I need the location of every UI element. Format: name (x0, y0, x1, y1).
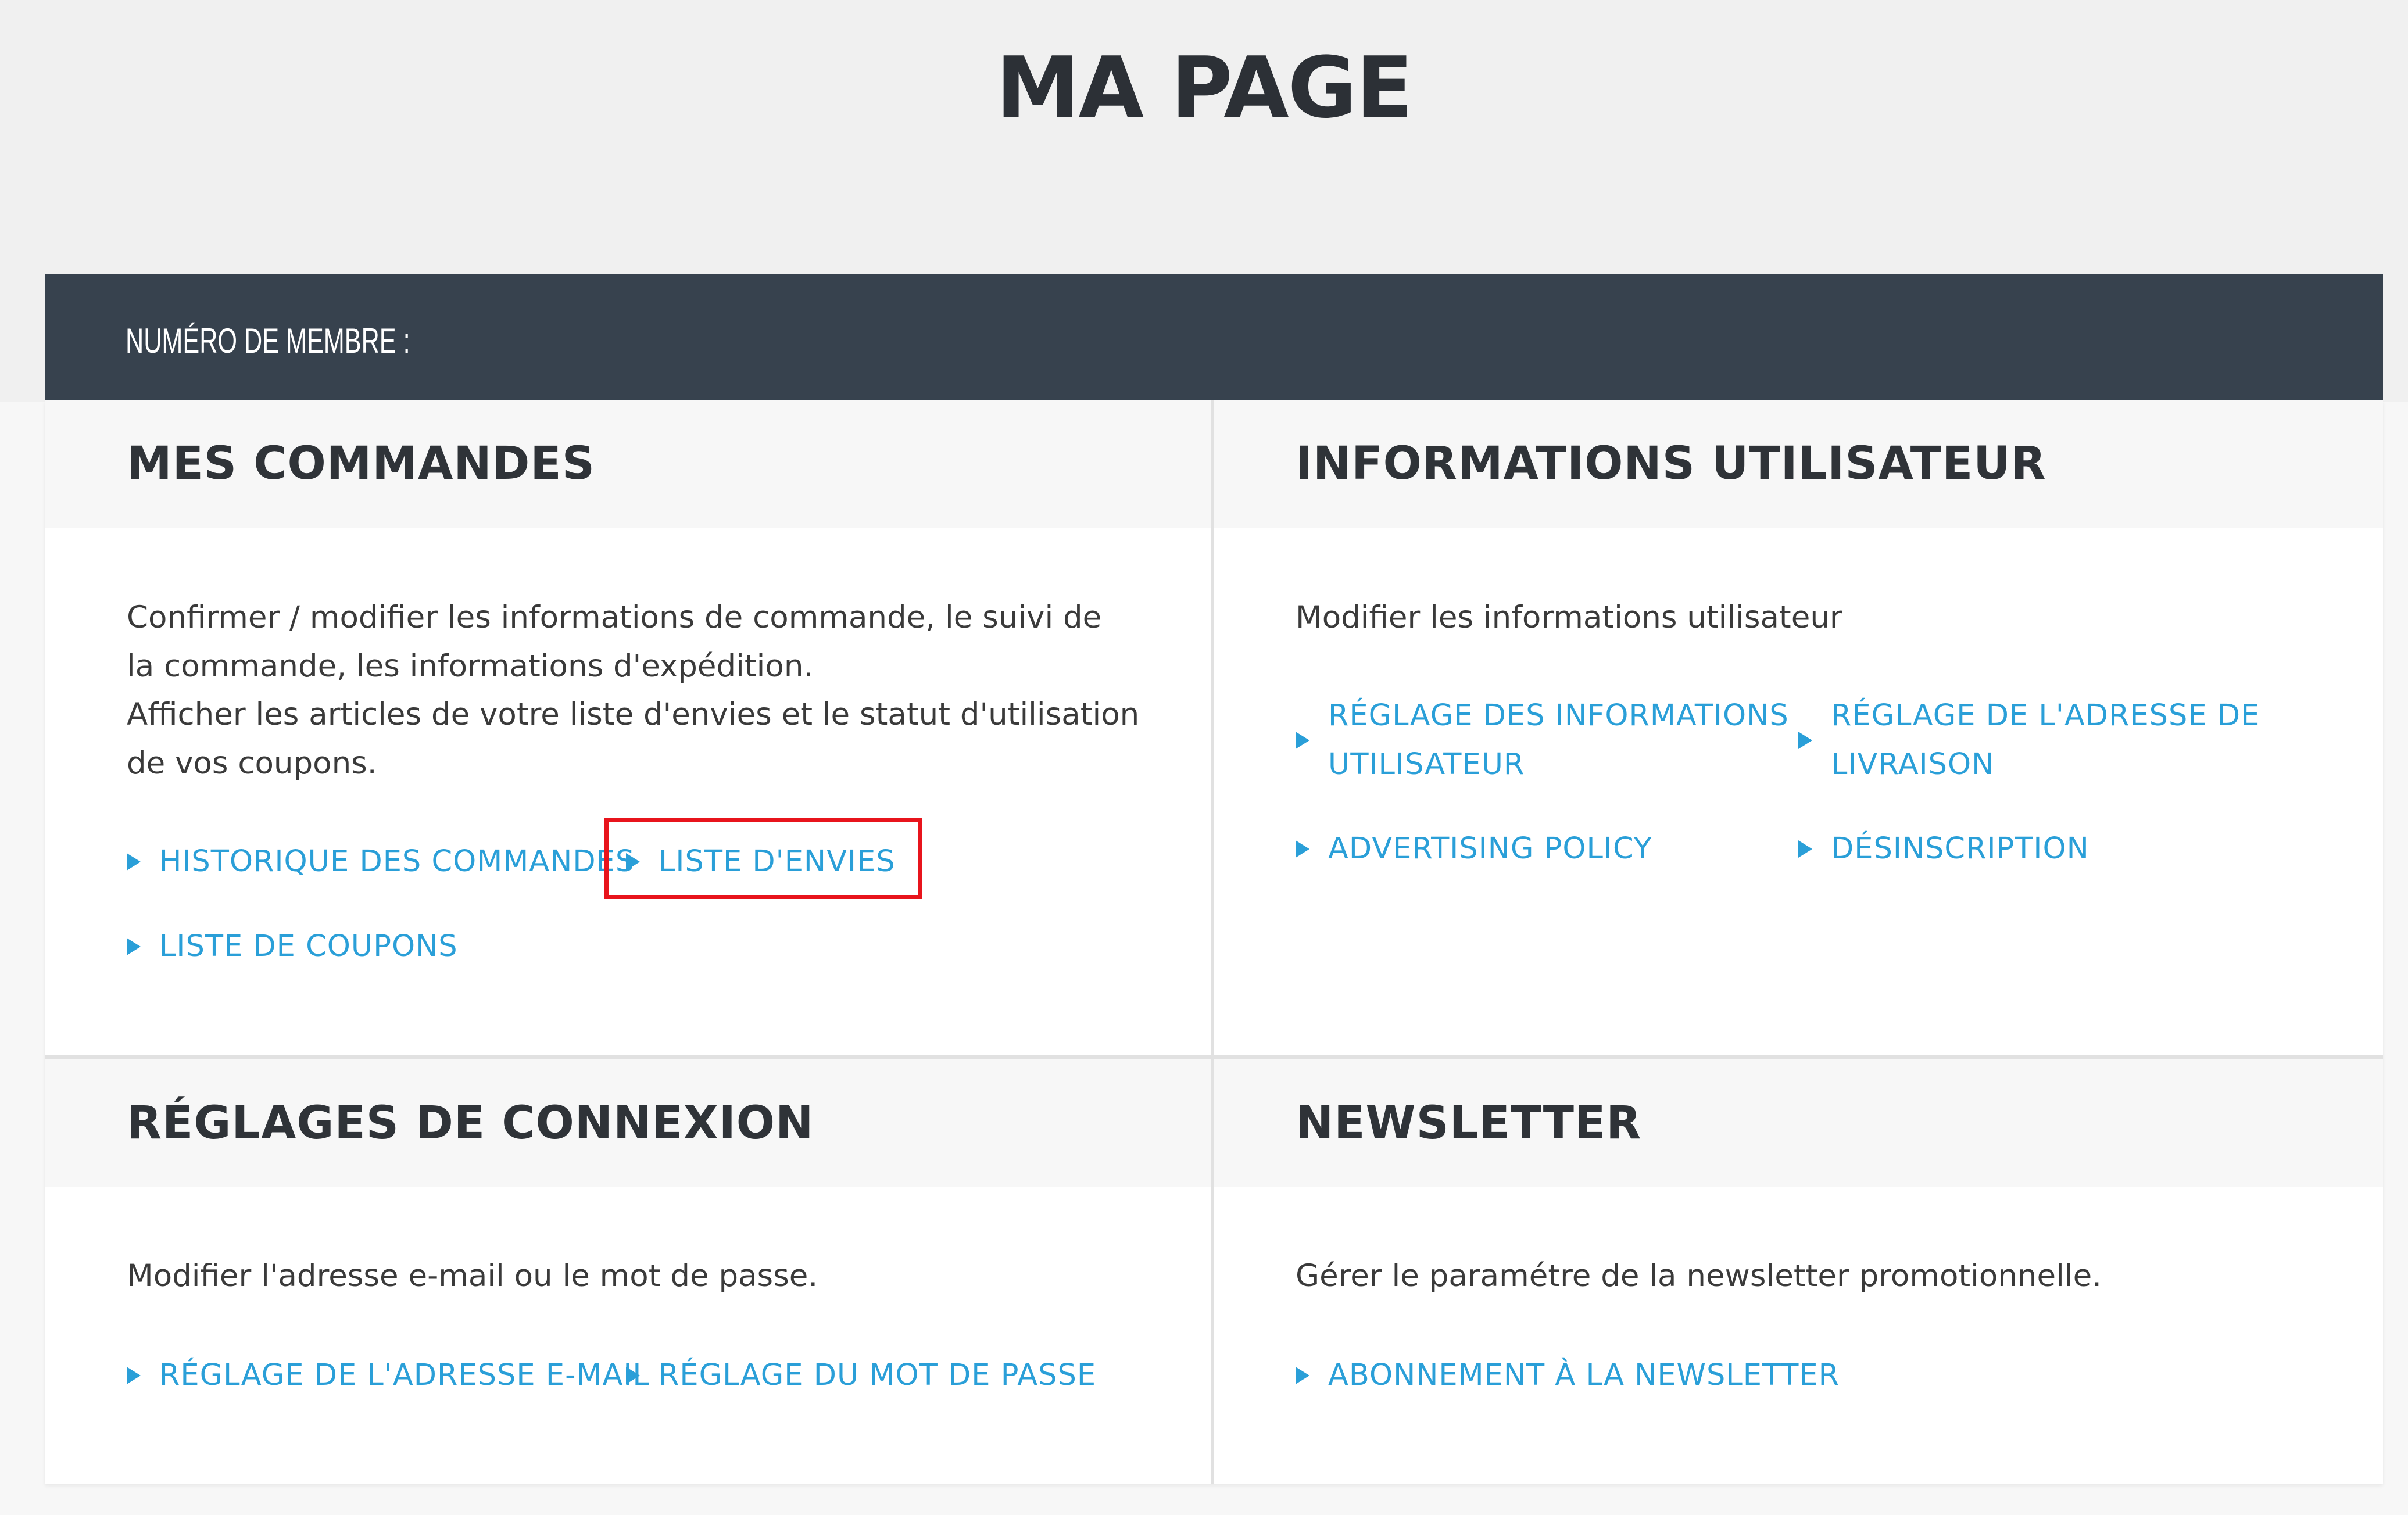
order-history-label: HISTORIQUE DES COMMANDES (159, 844, 635, 879)
triangle-right-icon (1798, 840, 1812, 858)
user-info-card-title: INFORMATIONS UTILISATEUR (1296, 438, 2046, 490)
triangle-right-icon (1296, 732, 1309, 749)
member-number-bar: NUMÉRO DE MEMBRE : (45, 274, 2383, 400)
wishlist-link[interactable]: LISTE D'ENVIES (626, 837, 896, 886)
login-settings-description: Modifier l'adresse e-mail ou le mot de p… (127, 1258, 818, 1294)
user-info-settings-label-line-2: UTILISATEUR (1328, 747, 1525, 782)
orders-card: MES COMMANDES Confirmer / modifier les i… (45, 400, 1211, 1055)
orders-description-line-1: Confirmer / modifier les informations de… (127, 600, 1102, 635)
coupon-list-link[interactable]: LISTE DE COUPONS (127, 922, 458, 971)
coupon-list-label: LISTE DE COUPONS (159, 929, 458, 964)
email-settings-link[interactable]: RÉGLAGE DE L'ADRESSE E-MAIL (127, 1351, 650, 1400)
triangle-right-icon (626, 1367, 640, 1384)
user-info-settings-label-line-1: RÉGLAGE DES INFORMATIONS (1328, 699, 1789, 733)
triangle-right-icon (127, 853, 141, 871)
orders-description-line-4: de vos coupons. (127, 746, 377, 781)
order-history-link[interactable]: HISTORIQUE DES COMMANDES (127, 837, 635, 886)
member-number-label: NUMÉRO DE MEMBRE : (126, 321, 410, 360)
password-settings-link[interactable]: RÉGLAGE DU MOT DE PASSE (626, 1351, 1096, 1400)
orders-description-line-3: Afficher les articles de votre liste d'e… (127, 697, 1140, 732)
user-info-settings-link[interactable]: RÉGLAGE DES INFORMATIONS UTILISATEUR (1296, 692, 1789, 789)
unsubscribe-label: DÉSINSCRIPTION (1831, 832, 2089, 866)
delivery-address-label-line-1: RÉGLAGE DE L'ADRESSE DE (1831, 699, 2260, 733)
login-settings-card-title: RÉGLAGES DE CONNEXION (127, 1097, 814, 1149)
wishlist-label: LISTE D'ENVIES (659, 844, 896, 879)
user-info-card-header: INFORMATIONS UTILISATEUR (1214, 400, 2383, 528)
triangle-right-icon (1798, 732, 1812, 749)
newsletter-card-title: NEWSLETTER (1296, 1097, 1642, 1149)
email-settings-label: RÉGLAGE DE L'ADRESSE E-MAIL (159, 1358, 650, 1392)
delivery-address-label-line-2: LIVRAISON (1831, 747, 1995, 782)
newsletter-subscription-link[interactable]: ABONNEMENT À LA NEWSLETTER (1296, 1351, 1840, 1400)
advertising-policy-link[interactable]: ADVERTISING POLICY (1296, 825, 1652, 873)
password-settings-label: RÉGLAGE DU MOT DE PASSE (659, 1358, 1097, 1392)
delivery-address-label: RÉGLAGE DE L'ADRESSE DE LIVRAISON (1831, 692, 2260, 789)
triangle-right-icon (626, 853, 640, 871)
delivery-address-link[interactable]: RÉGLAGE DE L'ADRESSE DE LIVRAISON (1798, 692, 2260, 789)
triangle-right-icon (127, 1367, 141, 1384)
account-sections-grid: MES COMMANDES Confirmer / modifier les i… (45, 400, 2383, 1484)
advertising-policy-label: ADVERTISING POLICY (1328, 832, 1652, 866)
login-settings-card-header: RÉGLAGES DE CONNEXION (45, 1059, 1211, 1187)
newsletter-card: NEWSLETTER Gérer le paramétre de la news… (1214, 1059, 2383, 1484)
orders-card-header: MES COMMANDES (45, 400, 1211, 528)
user-info-card: INFORMATIONS UTILISATEUR Modifier les in… (1214, 400, 2383, 1055)
unsubscribe-link[interactable]: DÉSINSCRIPTION (1798, 825, 2089, 873)
newsletter-subscription-label: ABONNEMENT À LA NEWSLETTER (1328, 1358, 1840, 1392)
newsletter-card-header: NEWSLETTER (1214, 1059, 2383, 1187)
triangle-right-icon (127, 938, 141, 955)
triangle-right-icon (1296, 840, 1309, 858)
user-info-description: Modifier les informations utilisateur (1296, 600, 1842, 635)
orders-card-title: MES COMMANDES (127, 438, 595, 490)
user-info-settings-label: RÉGLAGE DES INFORMATIONS UTILISATEUR (1328, 692, 1789, 789)
newsletter-description: Gérer le paramétre de la newsletter prom… (1296, 1258, 2102, 1294)
orders-description-line-2: la commande, les informations d'expéditi… (127, 649, 814, 684)
triangle-right-icon (1296, 1367, 1309, 1384)
login-settings-card: RÉGLAGES DE CONNEXION Modifier l'adresse… (45, 1059, 1211, 1484)
page-title: MA PAGE (996, 39, 1413, 137)
